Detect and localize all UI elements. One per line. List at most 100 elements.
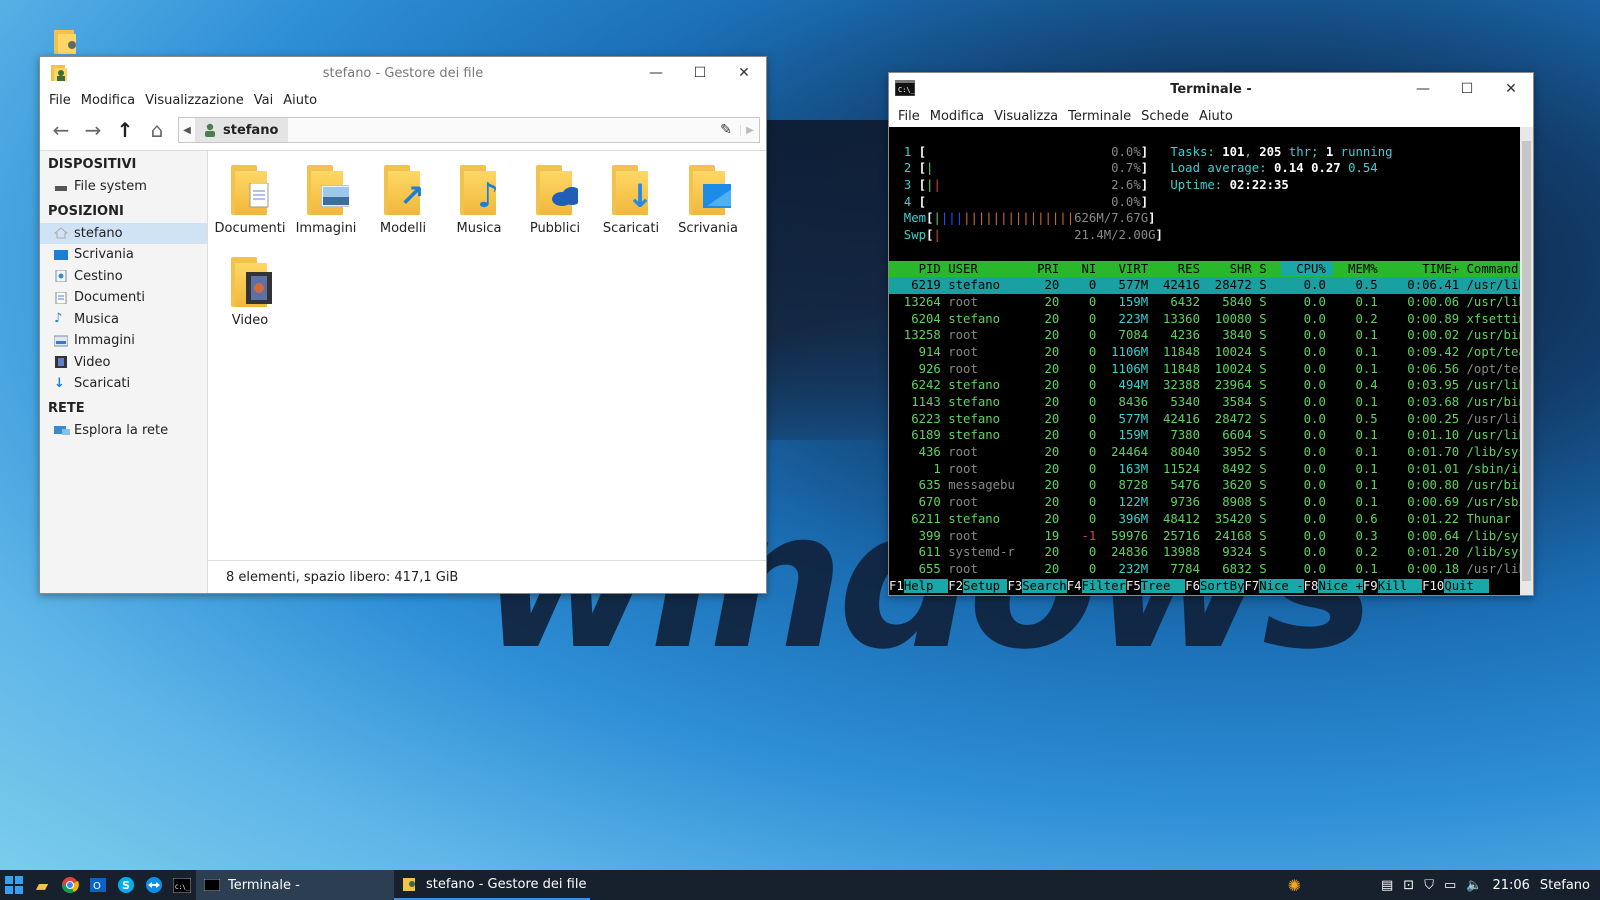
back-button[interactable]: ← bbox=[46, 115, 76, 145]
sidebar-item-immagini[interactable]: Immagini bbox=[40, 330, 207, 352]
column-header[interactable]: RES bbox=[1156, 262, 1208, 276]
parent-button[interactable]: ↑ bbox=[110, 115, 140, 145]
function-key-label[interactable]: Setup bbox=[963, 579, 1008, 593]
sidebar-item-scaricati[interactable]: ↓ Scaricati bbox=[40, 373, 207, 395]
column-header[interactable]: Command bbox=[1467, 262, 1520, 276]
menu-terminale[interactable]: Terminale bbox=[1063, 109, 1136, 124]
scroll-left-icon[interactable]: ◀ bbox=[179, 125, 195, 136]
launcher-teamviewer[interactable] bbox=[140, 870, 168, 900]
forward-button[interactable]: → bbox=[78, 115, 108, 145]
desktop-home-folder-icon[interactable] bbox=[52, 28, 78, 56]
scroll-right-icon[interactable]: ▶ bbox=[740, 124, 759, 136]
terminal-scrollbar[interactable] bbox=[1520, 127, 1533, 595]
launcher-terminal[interactable]: C:\_ bbox=[168, 870, 196, 900]
function-key-label[interactable]: Search bbox=[1022, 579, 1067, 593]
process-row[interactable]: 6219 stefano 20 0 577M 42416 28472 S 0.0… bbox=[889, 277, 1520, 294]
shield-icon[interactable]: ⛉ bbox=[1424, 878, 1434, 893]
process-row[interactable]: 655 root 20 0 232M 7784 6832 S 0.0 0.1 0… bbox=[889, 561, 1520, 578]
column-header[interactable]: CPU% bbox=[1281, 261, 1334, 276]
notes-icon[interactable]: ▤ bbox=[1381, 878, 1393, 893]
menu-file[interactable]: File bbox=[44, 93, 76, 108]
process-row[interactable]: 635 messagebu 20 0 8728 5476 3620 S 0.0 … bbox=[889, 477, 1520, 494]
sidebar-item-documenti[interactable]: Documenti bbox=[40, 287, 207, 309]
taskbar-task-terminal[interactable]: Terminale - bbox=[196, 870, 394, 900]
start-button[interactable] bbox=[0, 870, 28, 900]
function-key-label[interactable]: Nice - bbox=[1259, 579, 1304, 593]
folder-musica[interactable]: ♪ Musica bbox=[441, 155, 517, 236]
column-header[interactable]: PID bbox=[889, 262, 948, 276]
column-header[interactable]: VIRT bbox=[1104, 262, 1156, 276]
menu-aiuto[interactable]: Aiuto bbox=[1194, 109, 1238, 124]
sidebar-item-musica[interactable]: ♪ Musica bbox=[40, 309, 207, 331]
function-key-label[interactable]: Quit bbox=[1444, 579, 1489, 593]
close-button[interactable]: ✕ bbox=[1489, 73, 1533, 105]
maximize-button[interactable]: ☐ bbox=[678, 57, 722, 89]
process-row[interactable]: 13264 root 20 0 159M 6432 5840 S 0.0 0.1… bbox=[889, 294, 1520, 311]
function-key[interactable]: F5 bbox=[1126, 579, 1141, 593]
column-header[interactable]: TIME+ bbox=[1385, 262, 1466, 276]
minimize-button[interactable]: — bbox=[634, 57, 678, 89]
function-key[interactable]: F4 bbox=[1067, 579, 1082, 593]
file-manager-titlebar[interactable]: stefano - Gestore dei file — ☐ ✕ bbox=[40, 57, 766, 89]
sidebar-item-video[interactable]: Video bbox=[40, 352, 207, 374]
launcher-outlook[interactable]: O bbox=[84, 870, 112, 900]
function-key[interactable]: F10 bbox=[1422, 579, 1444, 593]
function-key-label[interactable]: SortBy bbox=[1199, 579, 1245, 593]
column-header[interactable]: MEM% bbox=[1333, 262, 1385, 276]
function-key-label[interactable]: Nice + bbox=[1318, 579, 1363, 593]
process-row[interactable]: 670 root 20 0 122M 9736 8908 S 0.0 0.1 0… bbox=[889, 494, 1520, 511]
column-header[interactable]: SHR bbox=[1207, 262, 1259, 276]
folder-video[interactable]: Video bbox=[212, 247, 288, 328]
process-row[interactable]: 1 root 20 0 163M 11524 8492 S 0.0 0.1 0:… bbox=[889, 461, 1520, 478]
process-row[interactable]: 914 root 20 0 1106M 11848 10024 S 0.0 0.… bbox=[889, 344, 1520, 361]
weather-sun-icon[interactable]: ✺ bbox=[1288, 876, 1301, 895]
sidebar-item-stefano[interactable]: stefano bbox=[40, 222, 207, 244]
column-header[interactable]: S bbox=[1259, 262, 1281, 276]
function-key[interactable]: F1 bbox=[889, 579, 904, 593]
process-row[interactable]: 6242 stefano 20 0 494M 32388 23964 S 0.0… bbox=[889, 377, 1520, 394]
function-key[interactable]: F7 bbox=[1244, 579, 1259, 593]
process-row[interactable]: 13258 root 20 0 7084 4236 3840 S 0.0 0.1… bbox=[889, 327, 1520, 344]
edit-location-button[interactable]: ✎ bbox=[712, 122, 740, 138]
menu-aiuto[interactable]: Aiuto bbox=[278, 93, 322, 108]
network-icon[interactable]: ⊡ bbox=[1403, 878, 1414, 893]
clock[interactable]: 21:06 bbox=[1492, 878, 1529, 893]
function-key-label[interactable]: Filter bbox=[1081, 579, 1126, 593]
menu-file[interactable]: File bbox=[893, 109, 925, 124]
launcher-file-manager[interactable]: ▰ bbox=[28, 870, 56, 900]
function-key[interactable]: F3 bbox=[1007, 579, 1022, 593]
menu-modifica[interactable]: Modifica bbox=[925, 109, 989, 124]
sidebar-item-scrivania[interactable]: Scrivania bbox=[40, 244, 207, 266]
process-row[interactable]: 6211 stefano 20 0 396M 48412 35420 S 0.0… bbox=[889, 511, 1520, 528]
minimize-button[interactable]: — bbox=[1401, 73, 1445, 105]
folder-documenti[interactable]: Documenti bbox=[212, 155, 288, 236]
column-header[interactable]: NI bbox=[1067, 262, 1104, 276]
scrollbar-thumb[interactable] bbox=[1522, 141, 1531, 581]
function-key[interactable]: F9 bbox=[1363, 579, 1378, 593]
terminal-titlebar[interactable]: C:\_ Terminale - — ☐ ✕ bbox=[889, 73, 1533, 105]
menu-visualizza[interactable]: Visualizza bbox=[989, 109, 1063, 124]
function-key-label[interactable]: Tree bbox=[1140, 579, 1186, 593]
launcher-chrome[interactable] bbox=[56, 870, 84, 900]
launcher-skype[interactable]: S bbox=[112, 870, 140, 900]
process-row[interactable]: 399 root 19 -1 59976 25716 24168 S 0.0 0… bbox=[889, 528, 1520, 545]
process-row[interactable]: 6223 stefano 20 0 577M 42416 28472 S 0.0… bbox=[889, 411, 1520, 428]
process-row[interactable]: 611 systemd-r 20 0 24836 13988 9324 S 0.… bbox=[889, 544, 1520, 561]
folder-modelli[interactable]: ↗ Modelli bbox=[365, 155, 441, 236]
process-row[interactable]: 436 root 20 0 24464 8040 3952 S 0.0 0.1 … bbox=[889, 444, 1520, 461]
menu-modifica[interactable]: Modifica bbox=[76, 93, 140, 108]
terminal-screen[interactable]: 1 [ 0.0%] Tasks: 101, 205 thr; 1 running… bbox=[889, 127, 1520, 595]
process-row[interactable]: 926 root 20 0 1106M 11848 10024 S 0.0 0.… bbox=[889, 361, 1520, 378]
function-key-label[interactable]: Kill bbox=[1377, 579, 1423, 593]
column-header[interactable]: PRI bbox=[1030, 262, 1067, 276]
breadcrumb[interactable]: stefano bbox=[195, 118, 289, 142]
volume-icon[interactable]: 🔈 bbox=[1466, 878, 1482, 893]
process-table-header[interactable]: PID USER PRI NI VIRT RES SHR S CPU% MEM%… bbox=[889, 260, 1520, 278]
folder-scaricati[interactable]: ↓ Scaricati bbox=[593, 155, 669, 236]
function-key[interactable]: F2 bbox=[948, 579, 963, 593]
folder-pubblici[interactable]: Pubblici bbox=[517, 155, 593, 236]
menu-vai[interactable]: Vai bbox=[249, 93, 278, 108]
sidebar-item-file-system[interactable]: File system bbox=[40, 176, 207, 198]
process-row[interactable]: 6204 stefano 20 0 223M 13360 10080 S 0.0… bbox=[889, 311, 1520, 328]
menu-schede[interactable]: Schede bbox=[1136, 109, 1194, 124]
